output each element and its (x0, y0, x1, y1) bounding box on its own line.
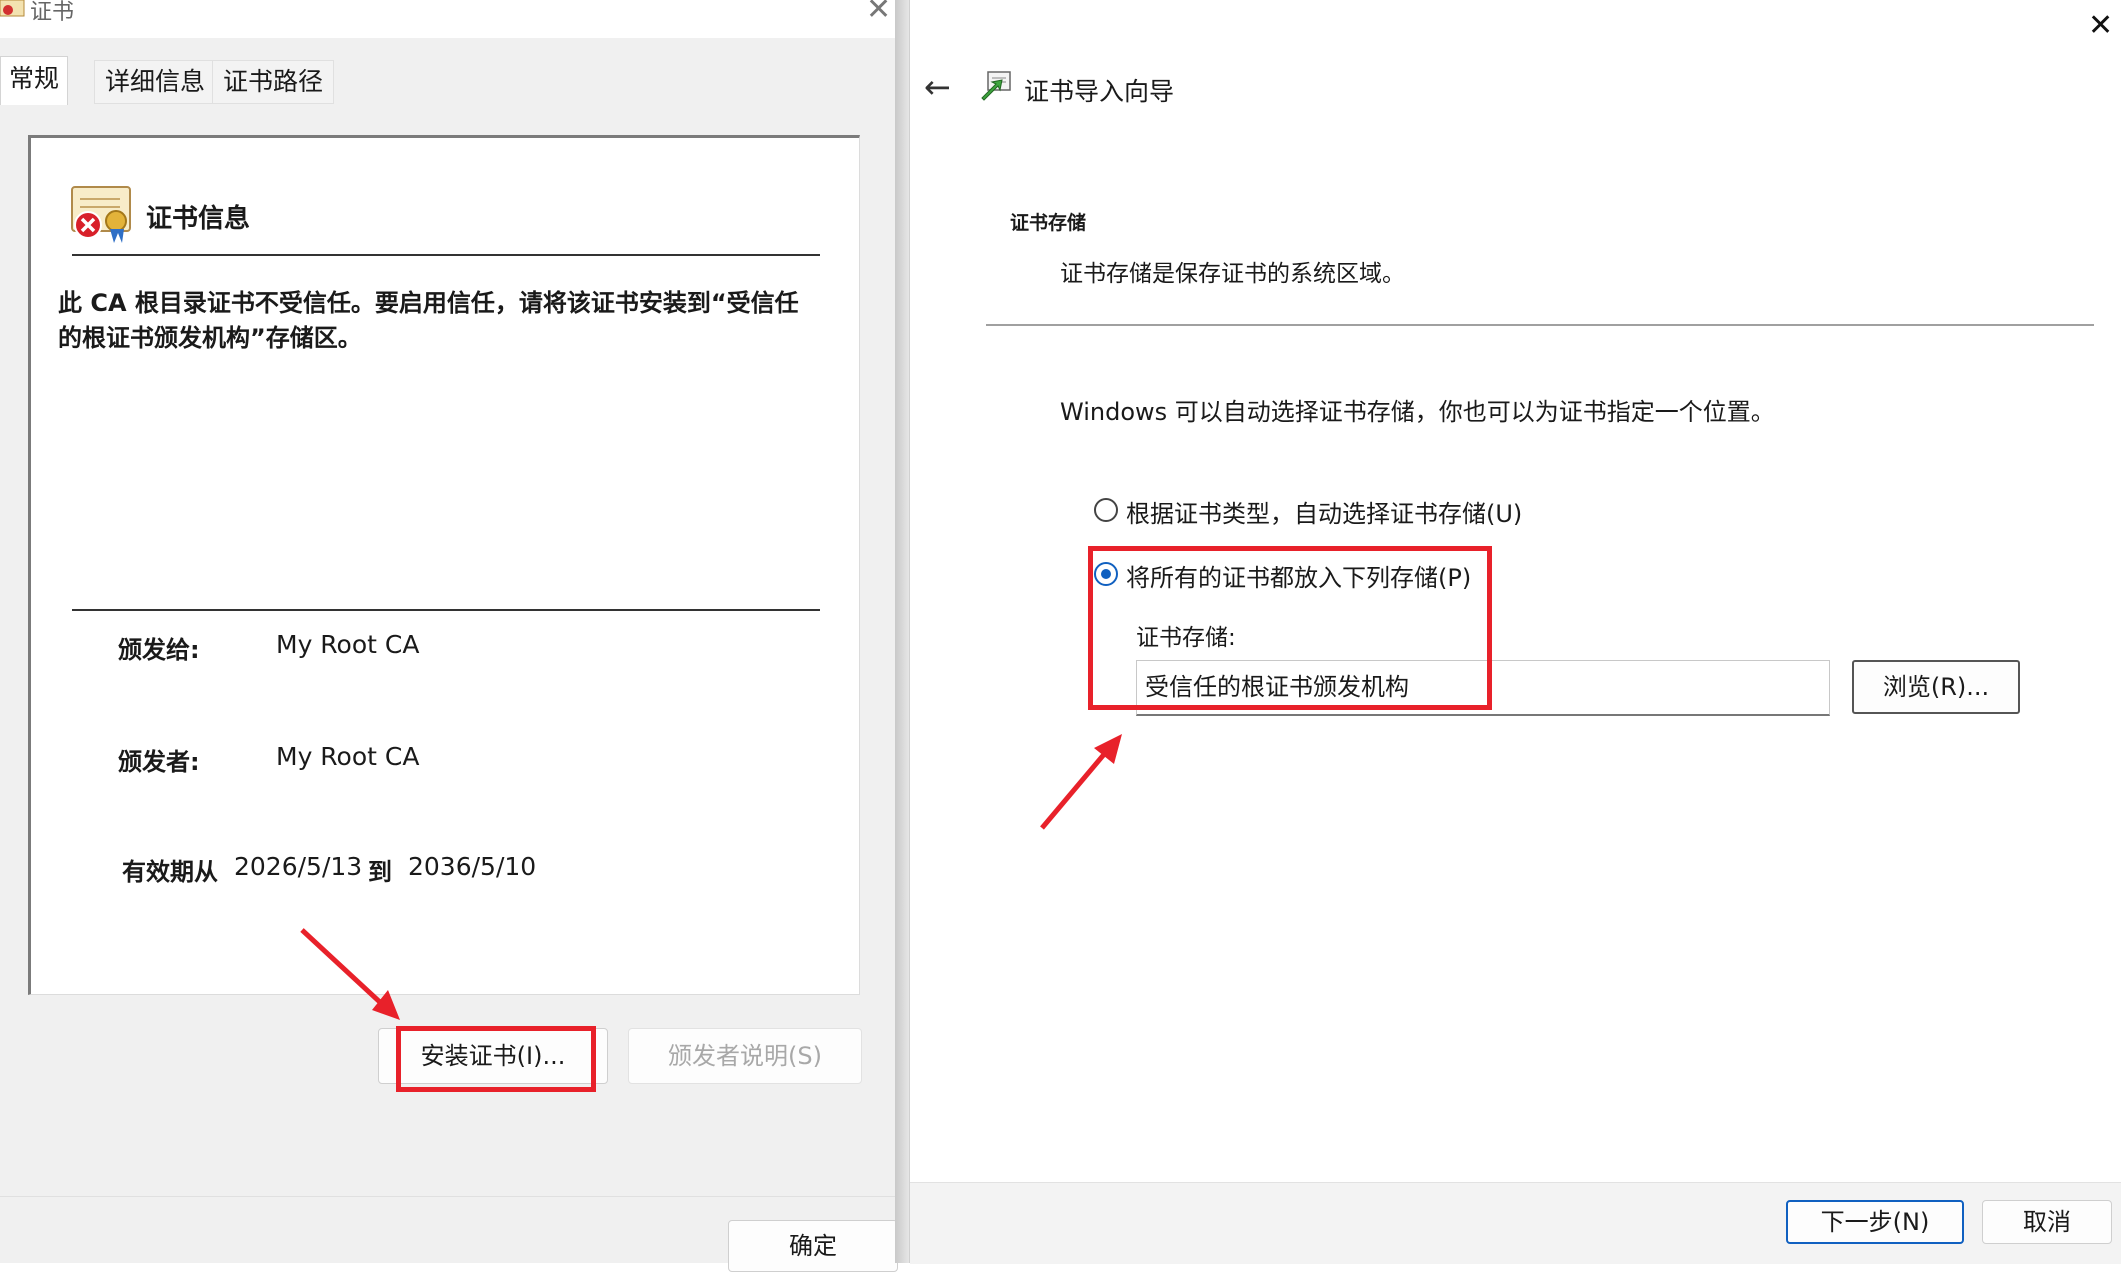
certificate-import-icon (981, 71, 1011, 101)
ok-button[interactable]: 确定 (728, 1220, 898, 1272)
certificate-title-icon (0, 0, 25, 17)
cancel-button[interactable]: 取消 (1982, 1200, 2112, 1244)
tab-details[interactable]: 详细信息 (94, 60, 217, 104)
divider (72, 609, 820, 611)
instruction-text: Windows 可以自动选择证书存储，你也可以为证书指定一个位置。 (1060, 398, 1775, 426)
certificate-titlebar (0, 0, 900, 38)
close-icon[interactable]: ✕ (2088, 8, 2113, 43)
divider (986, 324, 2094, 326)
valid-to-value: 2036/5/10 (408, 852, 537, 881)
next-button[interactable]: 下一步(N) (1786, 1200, 1964, 1244)
valid-to-label: 到 (368, 858, 392, 886)
issuer-statement-button[interactable]: 颁发者说明(S) (628, 1028, 862, 1084)
install-button-highlight (396, 1026, 596, 1092)
close-icon[interactable]: ✕ (866, 0, 891, 27)
certificate-warning-icon (71, 186, 131, 243)
divider (72, 254, 820, 256)
section-heading: 证书存储 (1010, 212, 1087, 234)
store-highlight (1088, 546, 1492, 710)
auto-select-radio-label[interactable]: 根据证书类型，自动选择证书存储(U) (1126, 494, 1522, 529)
issued-to-value: My Root CA (276, 630, 420, 659)
section-description: 证书存储是保存证书的系统区域。 (1060, 261, 1405, 287)
window-gap (895, 0, 909, 1263)
window-title: 证书 (30, 0, 75, 25)
trust-warning-text: 此 CA 根目录证书不受信任。要启用信任，请将该证书安装到“受信任的根证书颁发机… (58, 289, 799, 352)
tab-certification-path[interactable]: 证书路径 (212, 60, 335, 104)
browse-button[interactable]: 浏览(R)... (1852, 660, 2020, 714)
wizard-title: 证书导入向导 (1024, 77, 1175, 106)
valid-from-value: 2026/5/13 (234, 852, 363, 881)
back-arrow-icon[interactable]: ← (924, 68, 951, 106)
auto-select-radio[interactable] (1094, 498, 1118, 522)
issued-by-label: 颁发者: (118, 748, 200, 776)
tab-general[interactable]: 常规 (0, 56, 69, 105)
certificate-info-heading: 证书信息 (146, 204, 251, 234)
issued-to-label: 颁发给: (118, 636, 200, 664)
issued-by-value: My Root CA (276, 742, 420, 771)
footer-divider (0, 1196, 900, 1197)
valid-from-label: 有效期从 (122, 858, 218, 886)
